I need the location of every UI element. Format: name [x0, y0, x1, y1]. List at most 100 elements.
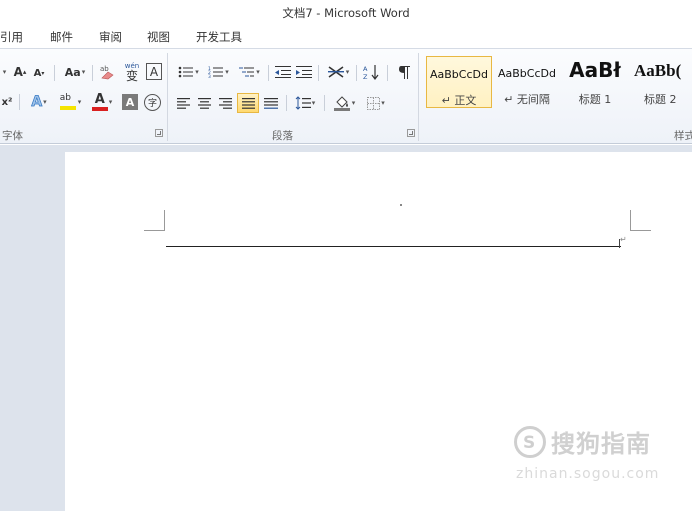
align-left-button[interactable] — [175, 95, 191, 111]
style-sample: AaBbCcDd — [430, 68, 488, 81]
margin-corner-mark-top-left — [144, 210, 165, 231]
borders-icon — [367, 96, 381, 110]
style-name: 标题 2 — [644, 93, 677, 106]
distributed-icon — [264, 97, 278, 109]
enclose-characters-icon: 字 — [147, 99, 157, 109]
horizontal-border-line — [166, 246, 621, 247]
numbering-icon: 123 — [208, 66, 224, 79]
superscript-icon: x² — [1, 96, 13, 108]
increase-indent-button[interactable] — [295, 64, 313, 80]
multilevel-list-button[interactable]: ▾ — [236, 64, 263, 80]
paint-bucket-icon — [333, 96, 350, 111]
shrink-font-icon: A — [33, 67, 42, 79]
ribbon: ▾ A ▴ A ▾ Aa ▾ ab wén 变 A x² A ▾ ab ▾ A … — [0, 48, 692, 144]
change-case-button[interactable]: Aa ▾ — [62, 63, 88, 81]
margin-corner-mark-top-right — [630, 210, 651, 231]
bullets-button[interactable]: ▾ — [175, 64, 202, 80]
character-border-icon: A — [149, 64, 159, 79]
font-dialog-launcher-icon[interactable] — [155, 129, 163, 137]
style-name: ↵ 无间隔 — [504, 93, 550, 106]
bullets-icon — [178, 66, 194, 78]
clear-formatting-button[interactable]: ab — [98, 62, 118, 82]
phonetic-guide-button[interactable]: wén 变 — [122, 61, 142, 83]
group-separator — [167, 53, 168, 141]
multilevel-list-icon — [239, 67, 255, 77]
paragraph-dialog-launcher-icon[interactable] — [407, 129, 415, 137]
borders-button[interactable]: ▾ — [362, 94, 390, 112]
increase-indent-icon — [296, 66, 312, 78]
style-name: 标题 1 — [578, 93, 612, 106]
phonetic-guide-icon: 变 — [125, 68, 138, 83]
line-spacing-button[interactable]: ▾ — [292, 94, 318, 112]
style-heading-1[interactable]: AaBł 标题 1 — [562, 56, 628, 108]
chinese-layout-button[interactable]: ▾ — [324, 63, 352, 81]
text-effects-button[interactable]: A ▾ — [25, 93, 53, 111]
group-separator — [418, 53, 419, 141]
text-cursor-mark — [400, 204, 402, 206]
grow-font-button[interactable]: A ▴ — [12, 63, 28, 81]
justify-button[interactable] — [237, 93, 259, 113]
align-right-button[interactable] — [217, 95, 233, 111]
highlight-button[interactable]: ab ▾ — [56, 92, 84, 112]
tab-mailings[interactable]: 邮件 — [50, 29, 73, 45]
enclose-characters-button[interactable]: 字 — [144, 94, 161, 111]
tab-view[interactable]: 视图 — [147, 29, 170, 45]
style-no-spacing[interactable]: AaBbCcDd ↵ 无间隔 — [494, 56, 560, 108]
paragraph-mark-icon — [399, 66, 410, 79]
window-title: 文档7 - Microsoft Word — [282, 6, 410, 20]
character-shading-icon: A — [125, 95, 135, 109]
font-color-button[interactable]: A ▾ — [88, 92, 116, 112]
svg-text:Z: Z — [363, 73, 368, 80]
align-right-icon — [218, 97, 232, 109]
tab-review[interactable]: 审阅 — [99, 29, 122, 45]
separator — [318, 65, 319, 81]
style-sample: AaBł — [569, 58, 621, 82]
shading-button[interactable]: ▾ — [330, 94, 358, 112]
watermark-url: zhinan.sogou.com — [516, 466, 660, 482]
line-spacing-icon — [295, 96, 311, 110]
clear-formatting-icon: ab — [100, 65, 114, 80]
svg-text:S: S — [523, 433, 535, 453]
decrease-indent-icon — [275, 66, 291, 78]
document-page[interactable]: ↵ S 搜狗指南 zhinan.sogou.com — [65, 152, 692, 511]
decrease-indent-button[interactable] — [274, 64, 292, 80]
svg-text:3: 3 — [208, 74, 211, 79]
paragraph-mark-icon: ↵ — [620, 235, 627, 244]
highlight-color-bar — [59, 106, 76, 110]
change-case-icon: Aa — [64, 65, 81, 79]
font-color-icon: A — [91, 92, 108, 111]
align-center-icon — [197, 97, 211, 109]
separator — [54, 65, 55, 81]
align-center-button[interactable] — [196, 95, 212, 111]
font-group-label: 字体 — [2, 130, 23, 142]
text-effects-icon: A — [31, 94, 43, 111]
font-size-dropdown-arrow[interactable]: ▾ — [0, 64, 8, 80]
font-color-bar — [91, 107, 108, 111]
watermark-brand: S 搜狗指南 — [513, 424, 651, 459]
paragraph-group-label: 段落 — [272, 130, 293, 142]
style-name: ↵ 正文 — [441, 94, 477, 107]
separator — [324, 95, 325, 111]
separator — [92, 65, 93, 81]
style-heading-2[interactable]: AaBb( 标题 2 — [630, 56, 692, 108]
tab-references[interactable]: 引用 — [0, 29, 23, 45]
ribbon-tabs: 引用 邮件 审阅 视图 开发工具 — [0, 24, 692, 48]
distributed-button[interactable] — [262, 95, 280, 111]
styles-group-label: 样式 — [674, 130, 692, 142]
style-normal[interactable]: AaBbCcDd ↵ 正文 — [426, 56, 492, 108]
character-border-button[interactable]: A — [146, 63, 162, 80]
shrink-font-button[interactable]: A ▾ — [32, 65, 46, 81]
sort-button[interactable]: AZ — [362, 63, 382, 81]
highlight-icon: ab — [59, 93, 77, 111]
svg-text:A: A — [363, 65, 368, 73]
tab-developer[interactable]: 开发工具 — [196, 29, 242, 45]
justify-icon — [241, 97, 255, 109]
separator — [356, 65, 357, 81]
superscript-button[interactable]: x² — [0, 93, 14, 111]
align-left-icon — [176, 97, 190, 109]
show-hide-marks-button[interactable] — [395, 63, 413, 81]
character-shading-button[interactable]: A — [122, 94, 138, 110]
separator — [19, 94, 20, 110]
grow-font-icon: A — [13, 65, 23, 79]
numbering-button[interactable]: 1 2 3 ▾ — [205, 64, 232, 80]
